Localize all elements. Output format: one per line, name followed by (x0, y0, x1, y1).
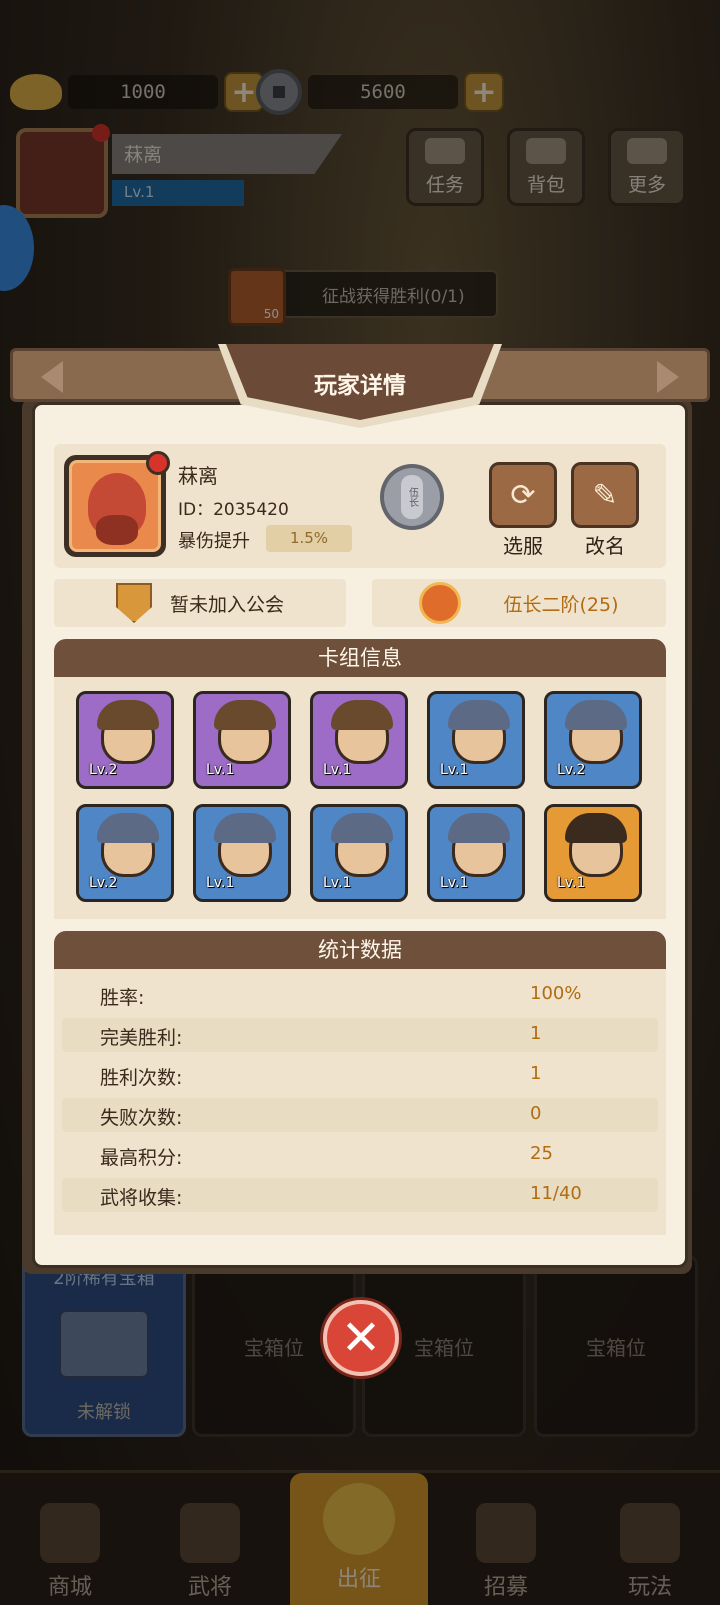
hero-card-7[interactable]: Lv.1 (193, 804, 291, 902)
card-level: Lv.1 (323, 762, 352, 778)
hero-card-10[interactable]: Lv.1 (544, 804, 642, 902)
crit-bonus-label: 暴伤提升 (178, 531, 250, 552)
stat-label: 武将收集: (100, 1187, 183, 1209)
card-level: Lv.1 (557, 875, 586, 891)
hero-card-3[interactable]: Lv.1 (310, 691, 408, 789)
stat-value: 25 (530, 1143, 553, 1164)
hero-card-2[interactable]: Lv.1 (193, 691, 291, 789)
hero-helmet (331, 700, 393, 730)
card-level: Lv.1 (323, 875, 352, 891)
avatar-beard (96, 515, 138, 545)
hero-helmet (448, 813, 510, 843)
card-level: Lv.1 (206, 875, 235, 891)
hero-card-1[interactable]: Lv.2 (76, 691, 174, 789)
deck-section-title: 卡组信息 (54, 639, 666, 677)
hero-helmet (565, 813, 627, 843)
pencil-icon: ✎ (592, 477, 618, 513)
hero-card-6[interactable]: Lv.2 (76, 804, 174, 902)
card-level: Lv.1 (440, 762, 469, 778)
stat-label: 胜率: (100, 987, 145, 1009)
avatar-notification-dot (146, 451, 170, 475)
close-button[interactable]: ✕ (323, 1300, 399, 1376)
guild-shield-icon (115, 583, 152, 623)
stat-label: 失败次数: (100, 1107, 183, 1129)
stats-section-title: 统计数据 (54, 931, 666, 969)
rank-status: 伍长二阶(25) (503, 593, 619, 616)
arrow-left-icon (41, 361, 63, 393)
stat-label: 完美胜利: (100, 1027, 183, 1049)
select-server-button[interactable]: ⟳ (489, 462, 557, 528)
hero-card-9[interactable]: Lv.1 (427, 804, 525, 902)
card-level: Lv.2 (557, 762, 586, 778)
card-level: Lv.2 (89, 762, 118, 778)
stat-label: 胜利次数: (100, 1067, 183, 1089)
stat-value: 1 (530, 1063, 542, 1084)
rank-medal-text: 伍长 (401, 475, 423, 519)
stat-value: 11/40 (530, 1183, 582, 1204)
card-level: Lv.2 (89, 875, 118, 891)
rename-button[interactable]: ✎ (571, 462, 639, 528)
player-id: ID：2035420 (178, 500, 289, 520)
stat-label: 最高积分: (100, 1147, 183, 1169)
stat-value: 0 (530, 1103, 542, 1124)
stat-row: 失败次数: 0 (62, 1098, 658, 1132)
stat-row: 最高积分: 25 (62, 1138, 658, 1172)
crit-bonus-value: 1.5% (266, 525, 352, 552)
hero-helmet (97, 700, 159, 730)
stat-row: 胜率: 100% (62, 978, 658, 1012)
stat-value: 1 (530, 1023, 542, 1044)
card-level: Lv.1 (440, 875, 469, 891)
hero-helmet (448, 700, 510, 730)
hero-helmet (97, 813, 159, 843)
player-name: 菻离 (178, 464, 218, 488)
hero-helmet (214, 700, 276, 730)
hero-helmet (331, 813, 393, 843)
rename-label: 改名 (585, 534, 625, 558)
hero-helmet (214, 813, 276, 843)
refresh-icon: ⟳ (510, 477, 536, 513)
stat-row: 武将收集: 11/40 (62, 1178, 658, 1212)
hero-helmet (565, 700, 627, 730)
rank-medal-icon: 伍长 (380, 464, 444, 530)
stat-value: 100% (530, 983, 582, 1004)
card-level: Lv.1 (206, 762, 235, 778)
avatar-portrait (69, 460, 161, 552)
guild-row[interactable]: 暂未加入公会 (54, 579, 346, 627)
arrow-right-icon (657, 361, 679, 393)
hero-card-5[interactable]: Lv.2 (544, 691, 642, 789)
stat-row: 完美胜利: 1 (62, 1018, 658, 1052)
hero-card-4[interactable]: Lv.1 (427, 691, 525, 789)
rank-badge-icon (419, 582, 462, 624)
guild-status: 暂未加入公会 (169, 593, 284, 616)
stat-row: 胜利次数: 1 (62, 1058, 658, 1092)
select-server-label: 选服 (503, 534, 543, 558)
rank-row[interactable]: 伍长二阶(25) (372, 579, 666, 627)
hero-card-8[interactable]: Lv.1 (310, 804, 408, 902)
